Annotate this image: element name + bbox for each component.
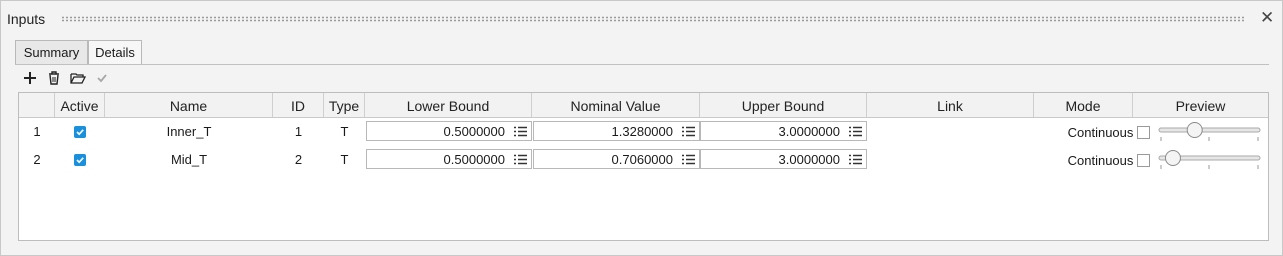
column-header-id[interactable]: ID [273,93,324,117]
trash-icon[interactable] [45,69,63,87]
preview-checkbox[interactable] [1137,126,1150,139]
row-index: 2 [33,152,41,167]
name-cell[interactable]: Inner_T [105,118,273,145]
column-header-link[interactable]: Link [867,93,1034,117]
preview-slider[interactable] [1158,148,1261,172]
nominal-value-field[interactable]: 0.7060000 [533,149,700,169]
type-cell: T [340,152,349,167]
row-index: 1 [33,124,41,139]
close-icon[interactable]: ✕ [1260,9,1274,27]
tab-divider [15,64,1269,65]
slider-handle[interactable] [1186,122,1203,138]
lower-bound-value: 0.5000000 [443,152,505,167]
column-header-preview[interactable]: Preview [1133,93,1268,117]
upper-bound-field[interactable]: 3.0000000 [700,149,867,169]
active-checkbox[interactable] [74,154,86,166]
tab-details[interactable]: Details [88,40,142,65]
column-header-lower-bound[interactable]: Lower Bound [365,93,532,117]
name-cell[interactable]: Mid_T [105,146,273,173]
inputs-panel: Inputs ✕ Summary Details Active Name ID … [0,0,1283,256]
link-cell[interactable] [867,118,1034,145]
list-icon[interactable] [849,154,862,165]
column-header-name[interactable]: Name [105,93,273,117]
table-row[interactable]: 2 Mid_T 2 T 0.5000000 0.7060000 3.000000… [19,146,1268,173]
list-icon[interactable] [682,126,695,137]
list-icon[interactable] [514,154,527,165]
panel-titlebar: Inputs ✕ [1,1,1282,37]
upper-bound-value: 3.0000000 [778,124,840,139]
column-header-mode[interactable]: Mode [1034,93,1133,117]
table-row[interactable]: 1 Inner_T 1 T 0.5000000 1.3280000 3.0000… [19,118,1268,145]
column-header-nominal-value[interactable]: Nominal Value [532,93,700,117]
upper-bound-value: 3.0000000 [778,152,840,167]
column-header-upper-bound[interactable]: Upper Bound [700,93,867,117]
lower-bound-value: 0.5000000 [443,124,505,139]
nominal-value: 0.7060000 [611,152,673,167]
id-cell: 2 [294,152,303,167]
slider-handle[interactable] [1164,150,1181,166]
type-cell: T [340,124,349,139]
list-icon[interactable] [514,126,527,137]
checkmark-icon [93,69,111,87]
upper-bound-field[interactable]: 3.0000000 [700,121,867,141]
inputs-table: Active Name ID Type Lower Bound Nominal … [18,92,1269,241]
link-cell[interactable] [867,146,1034,173]
list-icon[interactable] [849,126,862,137]
id-cell: 1 [294,124,303,139]
preview-checkbox[interactable] [1137,154,1150,167]
active-checkbox[interactable] [74,126,86,138]
lower-bound-field[interactable]: 0.5000000 [366,121,532,141]
table-header: Active Name ID Type Lower Bound Nominal … [19,93,1268,118]
folder-open-icon[interactable] [69,69,87,87]
add-icon[interactable] [21,69,39,87]
column-header-index [19,93,55,117]
list-icon[interactable] [682,154,695,165]
preview-slider[interactable] [1158,120,1261,144]
lower-bound-field[interactable]: 0.5000000 [366,149,532,169]
panel-title: Inputs [7,11,46,27]
mode-cell[interactable]: Continuous [1051,146,1150,175]
mode-cell[interactable]: Continuous [1051,118,1150,147]
nominal-value-field[interactable]: 1.3280000 [533,121,700,141]
drag-grip[interactable] [61,16,1244,22]
column-header-active[interactable]: Active [55,93,105,117]
tab-summary[interactable]: Summary [15,40,88,64]
nominal-value: 1.3280000 [611,124,673,139]
column-header-type[interactable]: Type [324,93,365,117]
